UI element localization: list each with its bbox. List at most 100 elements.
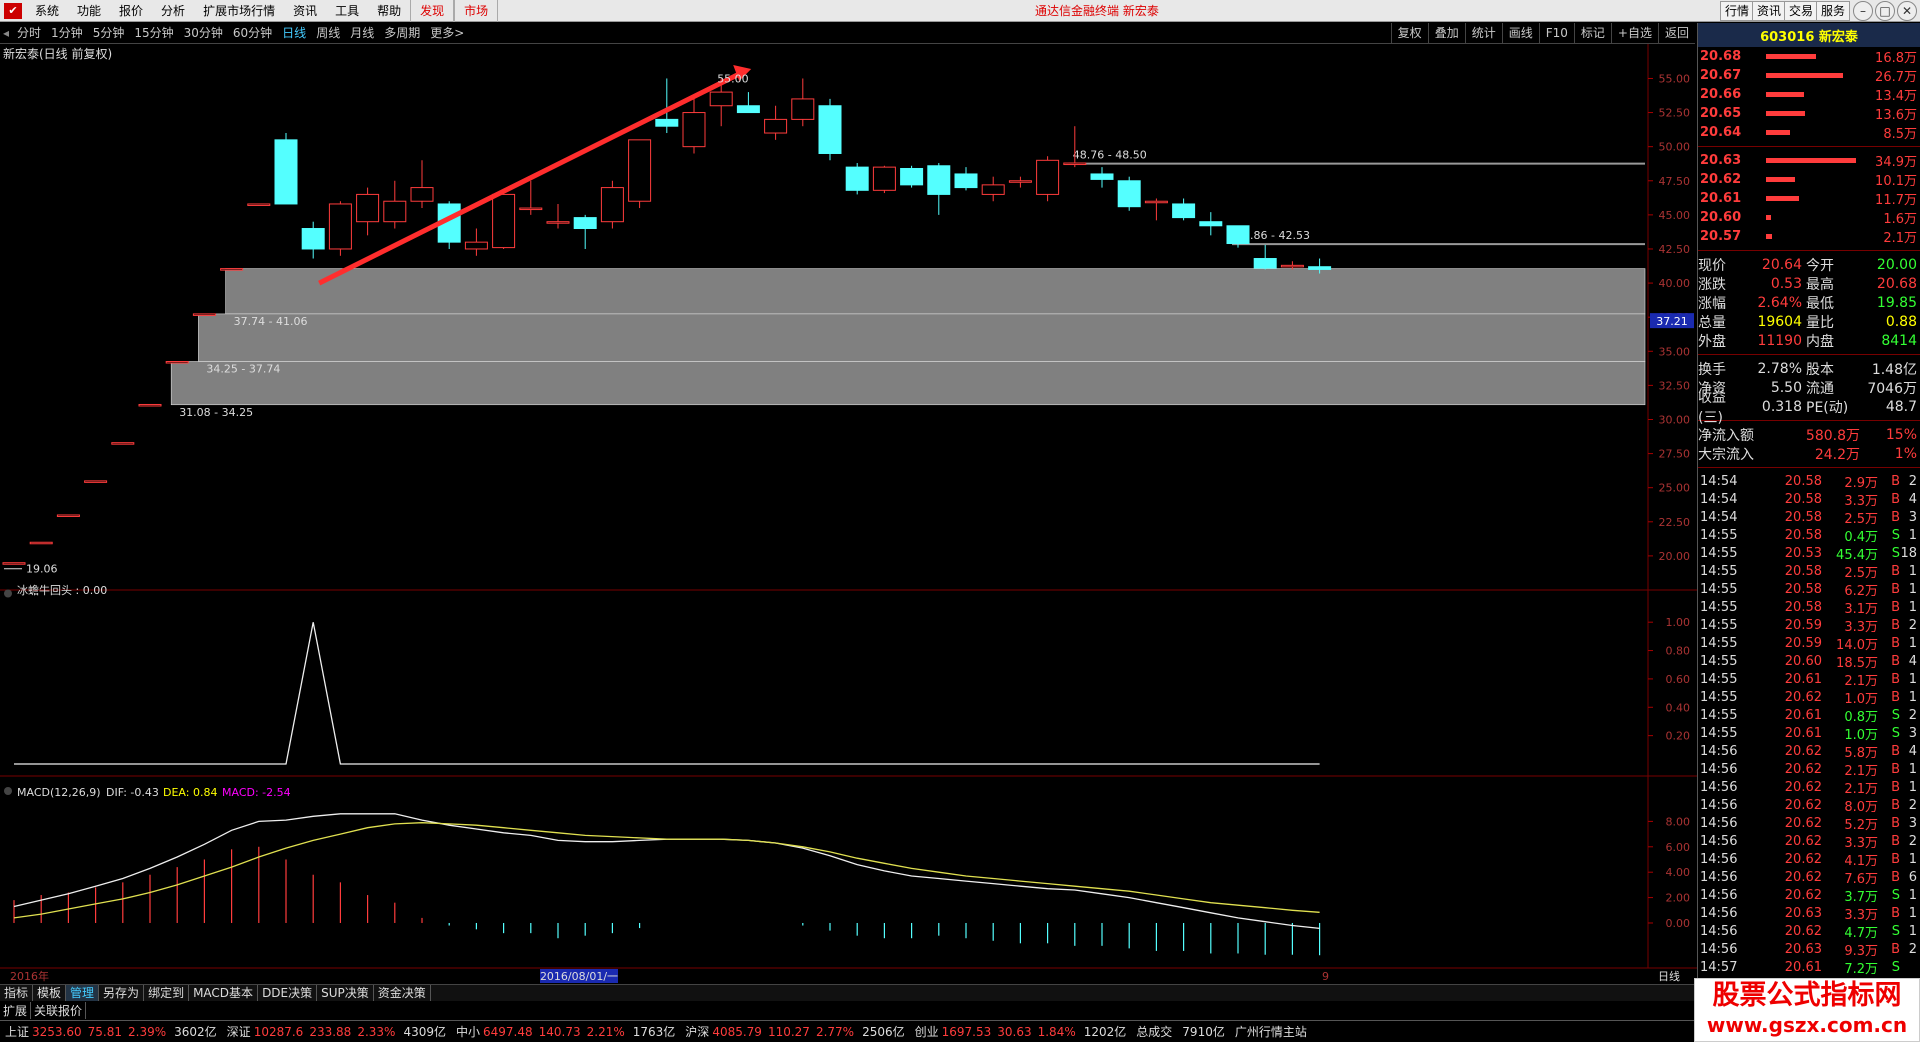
indicator-tab[interactable]: DDE决策 bbox=[258, 985, 318, 1001]
tick-row[interactable]: 14:55 20.53 45.4万 S 18 bbox=[1698, 544, 1920, 563]
minimize-icon[interactable]: – bbox=[1853, 1, 1873, 21]
tick-row[interactable]: 14:56 20.63 9.3万 B 2 bbox=[1698, 940, 1920, 959]
index-group[interactable]: 创业 1697.53 30.63 1.84% 1202亿 bbox=[910, 1023, 1132, 1040]
quote-value: 0.53 bbox=[1770, 275, 1802, 292]
tick-row[interactable]: 14:55 20.61 0.8万 S 2 bbox=[1698, 706, 1920, 725]
quote-button[interactable]: 行情 bbox=[1720, 1, 1755, 21]
chart-tool-button[interactable]: +自选 bbox=[1610, 23, 1658, 44]
indicator-tab[interactable]: 绑定到 bbox=[144, 985, 190, 1001]
menu-item[interactable]: 帮助 bbox=[368, 0, 410, 22]
tick-row[interactable]: 14:56 20.62 5.2万 B 3 bbox=[1698, 814, 1920, 833]
tick-row[interactable]: 14:55 20.58 3.1万 B 1 bbox=[1698, 598, 1920, 617]
index-group[interactable]: 沪深 4085.79 110.27 2.77% 2506亿 bbox=[680, 1023, 909, 1040]
chart-tool-button[interactable]: 叠加 bbox=[1427, 23, 1465, 44]
close-icon[interactable]: ✕ bbox=[1897, 1, 1917, 21]
indicator-tab[interactable]: 管理 bbox=[66, 985, 100, 1001]
period-tab[interactable]: 分时 bbox=[12, 23, 46, 44]
index-group[interactable]: 上证 3253.60 75.81 2.39% 3602亿 bbox=[0, 1023, 222, 1040]
period-tab[interactable]: 15分钟 bbox=[129, 23, 178, 44]
tick-row[interactable]: 14:56 20.62 3.3万 B 2 bbox=[1698, 832, 1920, 851]
tick-row[interactable]: 14:54 20.58 3.3万 B 4 bbox=[1698, 490, 1920, 509]
indicator-tab[interactable]: 模板 bbox=[33, 985, 67, 1001]
period-tab[interactable]: 月线 bbox=[345, 23, 379, 44]
tick-row[interactable]: 14:55 20.60 18.5万 B 4 bbox=[1698, 652, 1920, 671]
candle bbox=[845, 166, 869, 191]
menu-item[interactable]: 扩展市场行情 bbox=[194, 0, 284, 22]
tick-row[interactable]: 14:56 20.62 5.8万 B 4 bbox=[1698, 742, 1920, 761]
orderbook-bar bbox=[1766, 54, 1856, 59]
menu-item[interactable]: 资讯 bbox=[284, 0, 326, 22]
tick-row[interactable]: 14:55 20.59 14.0万 B 1 bbox=[1698, 634, 1920, 653]
tick-row[interactable]: 14:56 20.62 4.7万 S 1 bbox=[1698, 922, 1920, 941]
menu-bar: ✔ 系统 功能 报价 分析 扩展市场行情 资讯 工具 帮助 发现 市场 通达信金融终端 新宏泰 行… bbox=[0, 0, 1920, 22]
tick-row[interactable]: 14:56 20.63 3.3万 B 1 bbox=[1698, 904, 1920, 923]
tick-row[interactable]: 14:57 20.61 7.2万 S bbox=[1698, 958, 1920, 977]
service-button[interactable]: 服务 bbox=[1816, 1, 1851, 21]
period-tab[interactable]: 日线 bbox=[277, 23, 311, 44]
news-button[interactable]: 资讯 bbox=[1752, 1, 1787, 21]
period-tab[interactable]: 多周期 bbox=[379, 23, 425, 44]
indicator-tab[interactable]: SUP决策 bbox=[317, 985, 374, 1001]
indicator-tab[interactable]: MACD基本 bbox=[189, 985, 259, 1001]
tick-row[interactable]: 14:56 20.62 3.7万 S 1 bbox=[1698, 886, 1920, 905]
trade-button[interactable]: 交易 bbox=[1784, 1, 1819, 21]
menu-item[interactable]: 工具 bbox=[326, 0, 368, 22]
extension-tab[interactable]: 扩展 bbox=[0, 1002, 32, 1019]
tick-row[interactable]: 14:55 20.58 0.4万 S 1 bbox=[1698, 526, 1920, 545]
period-tab[interactable]: 1分钟 bbox=[46, 23, 88, 44]
tick-price: 20.58 bbox=[1784, 473, 1822, 489]
menu-item-highlight[interactable]: 市场 bbox=[454, 0, 499, 22]
period-tab[interactable]: 更多> bbox=[425, 23, 469, 44]
extension-tab[interactable]: 关联报价 bbox=[31, 1002, 87, 1019]
tick-row[interactable]: 14:54 20.58 2.9万 B 2 bbox=[1698, 472, 1920, 491]
tick-row[interactable]: 14:56 20.62 2.1万 B 1 bbox=[1698, 760, 1920, 779]
tick-time: 14:55 bbox=[1700, 635, 1738, 651]
menu-item-highlight[interactable]: 发现 bbox=[410, 0, 455, 22]
maximize-icon[interactable]: □ bbox=[1875, 1, 1895, 21]
indicator-tab[interactable]: 另存为 bbox=[99, 985, 145, 1001]
chart-tool-button[interactable]: 返回 bbox=[1657, 23, 1695, 44]
tick-row[interactable]: 14:54 20.58 2.5万 B 3 bbox=[1698, 508, 1920, 527]
tick-row[interactable]: 14:56 20.62 7.6万 B 6 bbox=[1698, 868, 1920, 887]
stat-row: 收益(三) 0.318 PE(动) 48.7 bbox=[1698, 390, 1920, 426]
stat-value: 2.78% bbox=[1757, 360, 1802, 377]
indicator-tab[interactable]: 指标 bbox=[0, 985, 34, 1001]
tick-row[interactable]: 14:55 20.62 1.0万 B 1 bbox=[1698, 688, 1920, 707]
tick-list[interactable]: 14:54 20.58 2.9万 B 2 14:54 20.58 3.3万 B 4 14:54 20.… bbox=[1698, 472, 1920, 977]
period-tab[interactable]: 周线 bbox=[311, 23, 345, 44]
indicator-tab[interactable]: 资金决策 bbox=[374, 985, 431, 1001]
tick-row[interactable]: 14:55 20.58 6.2万 B 1 bbox=[1698, 580, 1920, 599]
quote-value: 19.85 bbox=[1876, 294, 1917, 311]
dropdown-icon[interactable]: ◂ bbox=[0, 26, 12, 40]
tick-row[interactable]: 14:55 20.61 2.1万 B 1 bbox=[1698, 670, 1920, 689]
menu-item[interactable]: 分析 bbox=[152, 0, 194, 22]
zone-label: 37.74 - 41.06 bbox=[234, 315, 308, 328]
tick-time: 14:55 bbox=[1700, 527, 1738, 543]
tick-row[interactable]: 14:55 20.58 2.5万 B 1 bbox=[1698, 562, 1920, 581]
tick-row[interactable]: 14:56 20.62 8.0万 B 2 bbox=[1698, 796, 1920, 815]
tick-row[interactable]: 14:56 20.62 4.1万 B 1 bbox=[1698, 850, 1920, 869]
y-tick-label: 8.00 bbox=[1666, 815, 1691, 828]
index-group[interactable]: 深证 10287.6 233.88 2.33% 4309亿 bbox=[222, 1023, 451, 1040]
tick-row[interactable]: 14:55 20.59 3.3万 B 2 bbox=[1698, 616, 1920, 635]
candle bbox=[573, 217, 597, 230]
period-tab[interactable]: 5分钟 bbox=[88, 23, 130, 44]
tick-row[interactable]: 14:56 20.62 2.1万 B 1 bbox=[1698, 778, 1920, 797]
menu-item[interactable]: 功能 bbox=[68, 0, 110, 22]
chart-tool-button[interactable]: 标记 bbox=[1573, 23, 1611, 44]
chart-tool-button[interactable]: 画线 bbox=[1501, 23, 1539, 44]
tick-count: 2 bbox=[1908, 833, 1917, 849]
chart-tool-button[interactable]: 统计 bbox=[1464, 23, 1502, 44]
period-tab[interactable]: 30分钟 bbox=[179, 23, 228, 44]
menu-item[interactable]: 报价 bbox=[110, 0, 152, 22]
period-tab[interactable]: 60分钟 bbox=[228, 23, 277, 44]
chart-tool-button[interactable]: F10 bbox=[1538, 23, 1574, 44]
tick-row[interactable]: 14:55 20.61 1.0万 S 3 bbox=[1698, 724, 1920, 743]
chart-tool-button[interactable]: 复权 bbox=[1390, 23, 1428, 44]
y-tick-label: 2.00 bbox=[1666, 892, 1691, 905]
macd-toggle-icon[interactable] bbox=[4, 787, 12, 795]
indicator-toggle-icon[interactable] bbox=[4, 589, 12, 598]
candle bbox=[1172, 203, 1196, 219]
index-group[interactable]: 中小 6497.48 140.73 2.21% 1763亿 bbox=[451, 1023, 680, 1040]
menu-item[interactable]: 系统 bbox=[26, 0, 68, 22]
